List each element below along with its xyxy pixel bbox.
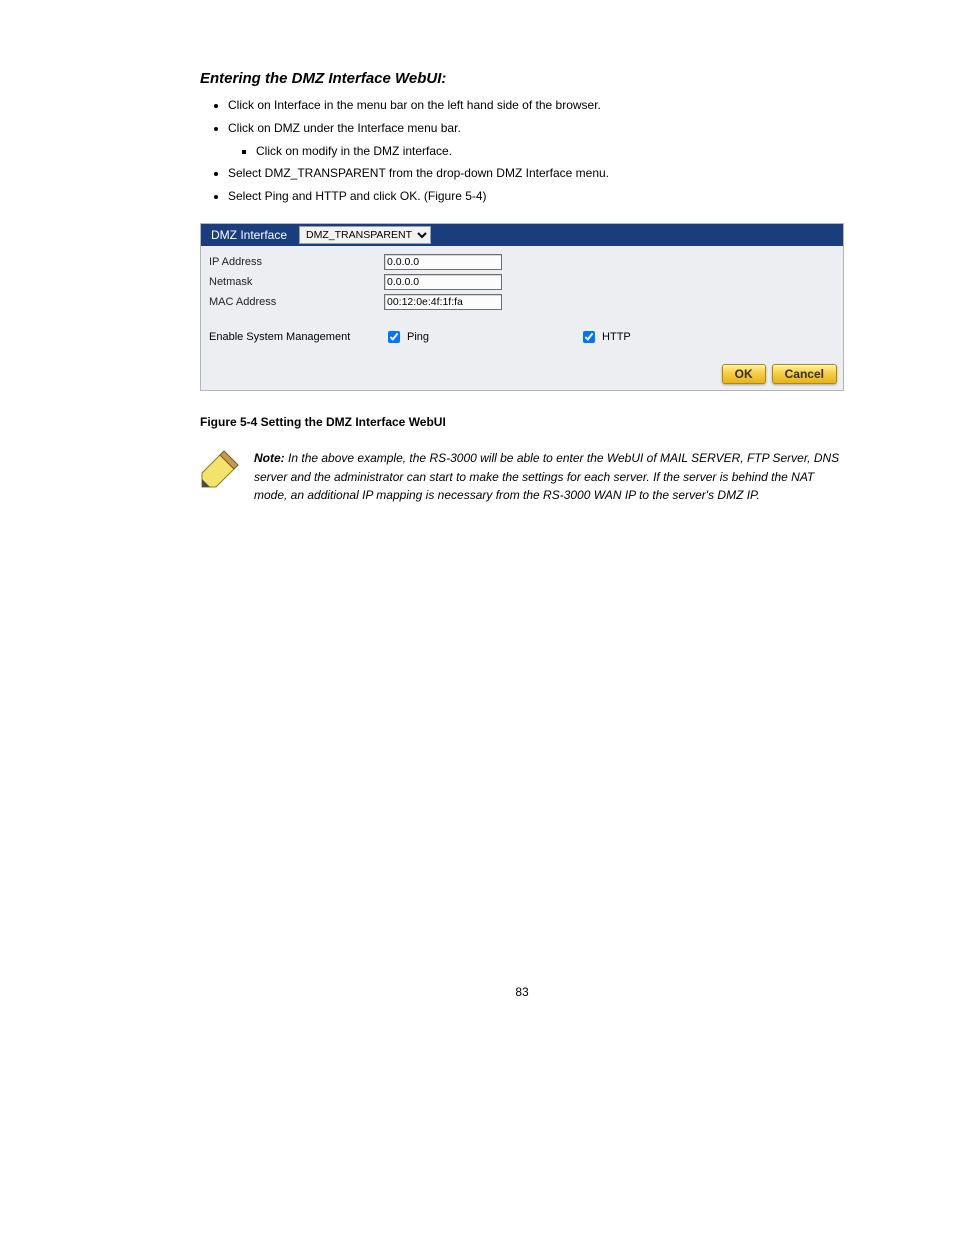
system-management-row: Enable System Management Ping HTTP: [201, 314, 843, 358]
dmz-config-panel: DMZ Interface DMZ_TRANSPARENT IP Address…: [200, 223, 844, 391]
management-options: Ping HTTP: [384, 328, 631, 346]
list-item: Select DMZ_TRANSPARENT from the drop-dow…: [228, 165, 844, 182]
http-label: HTTP: [602, 331, 631, 343]
ping-checkbox[interactable]: [388, 331, 400, 343]
list-item: Select Ping and HTTP and click OK. (Figu…: [228, 188, 844, 205]
note-text: In the above example, the RS-3000 will b…: [254, 451, 839, 502]
form-row-netmask: Netmask: [209, 272, 835, 292]
ip-address-label: IP Address: [209, 256, 384, 268]
form-rows: IP Address Netmask MAC Address: [201, 246, 843, 314]
dmz-interface-select[interactable]: DMZ_TRANSPARENT: [299, 226, 431, 244]
netmask-label: Netmask: [209, 276, 384, 288]
figure-caption: Figure 5-4 Setting the DMZ Interface Web…: [200, 413, 844, 431]
system-management-label: Enable System Management: [209, 331, 384, 343]
pencil-note-icon: [200, 449, 240, 489]
panel-footer: OK Cancel: [201, 358, 843, 390]
form-row-mac: MAC Address: [209, 292, 835, 312]
list-item-text: Click on DMZ under the Interface menu ba…: [228, 121, 461, 135]
list-item: Click on modify in the DMZ interface.: [256, 143, 844, 160]
ok-button[interactable]: OK: [722, 364, 766, 384]
cancel-button[interactable]: Cancel: [772, 364, 837, 384]
mac-address-input[interactable]: [384, 294, 502, 310]
ping-option[interactable]: Ping: [384, 328, 429, 346]
section-title: Entering the DMZ Interface WebUI:: [200, 70, 844, 87]
instruction-sublist: Click on modify in the DMZ interface.: [228, 143, 844, 160]
http-checkbox[interactable]: [583, 331, 595, 343]
ping-label: Ping: [407, 331, 429, 343]
note-block: Note: In the above example, the RS-3000 …: [200, 449, 844, 505]
mac-address-label: MAC Address: [209, 296, 384, 308]
instruction-list: Click on Interface in the menu bar on th…: [200, 97, 844, 205]
panel-header: DMZ Interface DMZ_TRANSPARENT: [201, 224, 843, 246]
ip-address-input[interactable]: [384, 254, 502, 270]
note-content: Note: In the above example, the RS-3000 …: [254, 449, 844, 505]
netmask-input[interactable]: [384, 274, 502, 290]
list-item: Click on DMZ under the Interface menu ba…: [228, 120, 844, 160]
http-option[interactable]: HTTP: [579, 328, 631, 346]
list-item: Click on Interface in the menu bar on th…: [228, 97, 844, 114]
note-label: Note:: [254, 451, 285, 465]
page-number: 83: [200, 985, 844, 999]
form-row-ip: IP Address: [209, 252, 835, 272]
figure-caption-text: Figure 5-4 Setting the DMZ Interface Web…: [200, 415, 446, 429]
panel-header-label: DMZ Interface: [201, 224, 297, 246]
